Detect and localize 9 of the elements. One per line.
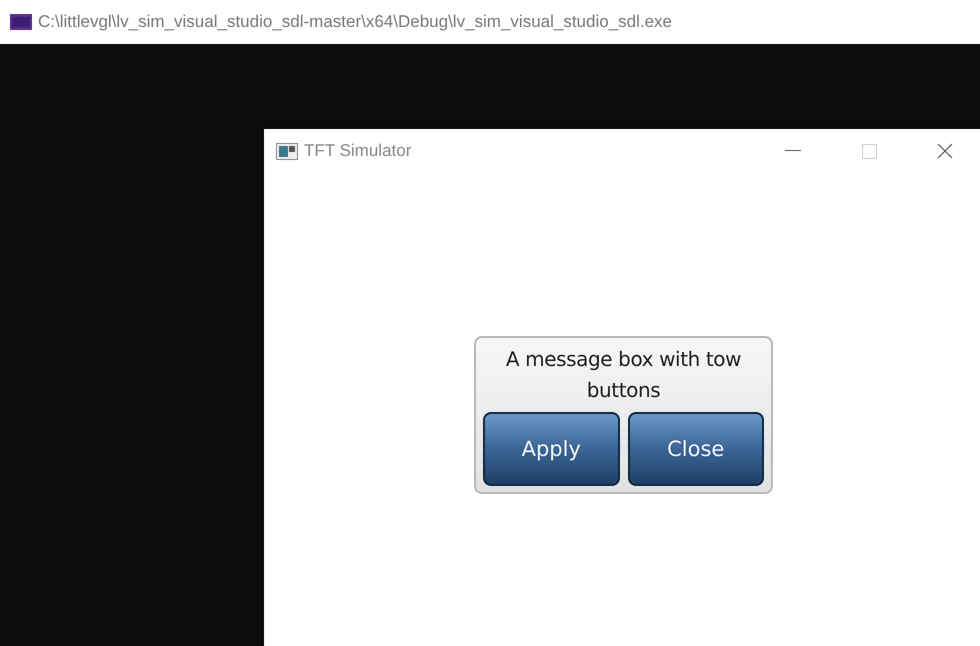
app-icon: [276, 142, 298, 160]
message-text: A message box with tow buttons: [504, 346, 742, 404]
dialog-button[interactable]: Close: [628, 412, 764, 486]
close-icon[interactable]: [937, 143, 953, 159]
minimize-icon[interactable]: [785, 150, 801, 152]
console-icon: [10, 14, 32, 30]
dialog-button[interactable]: Apply: [483, 412, 620, 486]
window-title: C:\littlevgl\lv_sim_visual_studio_sdl-master\x64\Debug\lv_sim_visual_studio_sdl.exe: [38, 12, 672, 32]
window-title: TFT Simulator: [304, 141, 412, 161]
